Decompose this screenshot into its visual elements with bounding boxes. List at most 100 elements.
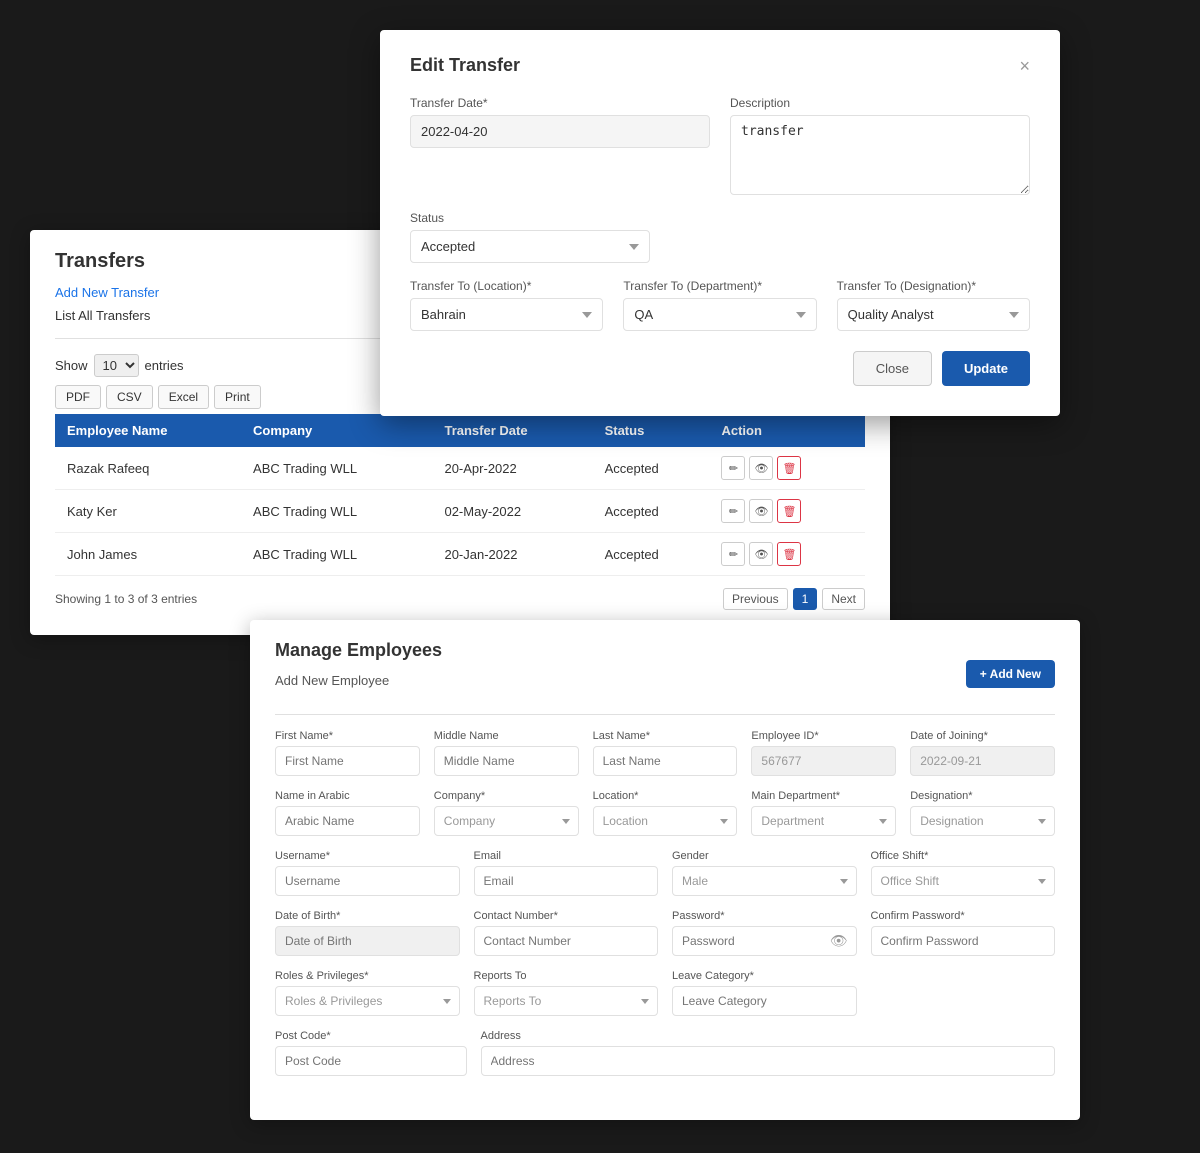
entries-select[interactable]: 10 25 50 [94,354,139,377]
last-name-group: Last Name* [593,730,738,776]
table-row: John James ABC Trading WLL 20-Jan-2022 A… [55,533,865,576]
delete-button[interactable]: 🗑 [777,499,801,523]
arabic-name-label: Name in Arabic [275,790,420,802]
date-joining-label: Date of Joining* [910,730,1055,742]
action-cell: ✏ 👁 🗑 [709,447,865,490]
col-company: Company [241,414,432,447]
col-action: Action [709,414,865,447]
office-shift-group: Office Shift* Office Shift [871,850,1056,896]
first-name-label: First Name* [275,730,420,742]
confirm-password-input[interactable] [871,926,1056,956]
edit-button[interactable]: ✏ [721,499,745,523]
update-button[interactable]: Update [942,351,1030,386]
arabic-name-group: Name in Arabic [275,790,420,836]
delete-button[interactable]: 🗑 [777,456,801,480]
password-group: Password* 👁 [672,910,857,956]
entries-label: entries [145,358,184,373]
transfer-date-input[interactable] [410,115,710,148]
transfer-desig-group: Transfer To (Designation)* Quality Analy… [837,279,1030,331]
designation-select[interactable]: Designation [910,806,1055,836]
date-joining-input[interactable] [910,746,1055,776]
designation-label: Designation* [910,790,1055,802]
gender-select[interactable]: Male Female [672,866,857,896]
password-wrapper: 👁 [672,926,857,956]
dob-label: Date of Birth* [275,910,460,922]
office-shift-select[interactable]: Office Shift [871,866,1056,896]
middle-name-group: Middle Name [434,730,579,776]
reports-to-select[interactable]: Reports To [474,986,659,1016]
address-label: Address [481,1030,1056,1042]
print-button[interactable]: Print [214,385,261,409]
view-button[interactable]: 👁 [749,542,773,566]
view-button[interactable]: 👁 [749,456,773,480]
table-row: Razak Rafeeq ABC Trading WLL 20-Apr-2022… [55,447,865,490]
transfer-date-group: Transfer Date* [410,96,710,195]
arabic-name-input[interactable] [275,806,420,836]
middle-name-label: Middle Name [434,730,579,742]
contact-input[interactable] [474,926,659,956]
company-select[interactable]: Company [434,806,579,836]
edit-button[interactable]: ✏ [721,456,745,480]
action-buttons: ✏ 👁 🗑 [721,542,853,566]
first-name-input[interactable] [275,746,420,776]
status-select[interactable]: Accepted Pending Rejected [410,230,650,263]
location-select[interactable]: Location [593,806,738,836]
transfer-dept-select[interactable]: QA [623,298,816,331]
show-entries-controls: Show 10 25 50 entries PDF CSV Excel Prin… [55,354,261,409]
confirm-password-group: Confirm Password* [871,910,1056,956]
company-cell: ABC Trading WLL [241,533,432,576]
designation-group: Designation* Designation [910,790,1055,836]
add-new-employee-label: Add New Employee [275,673,389,688]
gender-label: Gender [672,850,857,862]
description-label: Description [730,96,1030,110]
excel-button[interactable]: Excel [158,385,209,409]
next-page-button[interactable]: Next [822,588,865,610]
location-group: Location* Location [593,790,738,836]
date-joining-group: Date of Joining* [910,730,1055,776]
status-label: Status [410,211,650,225]
last-name-input[interactable] [593,746,738,776]
main-dept-label: Main Department* [751,790,896,802]
last-name-label: Last Name* [593,730,738,742]
page-1-button[interactable]: 1 [793,588,818,610]
delete-button[interactable]: 🗑 [777,542,801,566]
dob-group: Date of Birth* [275,910,460,956]
email-label: Email [474,850,659,862]
post-code-group: Post Code* [275,1030,467,1076]
transfer-location-label: Transfer To (Location)* [410,279,603,293]
first-name-group: First Name* [275,730,420,776]
main-dept-select[interactable]: Department [751,806,896,836]
prev-page-button[interactable]: Previous [723,588,788,610]
company-cell: ABC Trading WLL [241,490,432,533]
action-buttons: ✏ 👁 🗑 [721,499,853,523]
username-input[interactable] [275,866,460,896]
roles-select[interactable]: Roles & Privileges [275,986,460,1016]
employee-id-input[interactable] [751,746,896,776]
modal-header: Edit Transfer × [410,55,1030,76]
employees-panel-title: Manage Employees [275,640,1055,661]
add-new-employee-button[interactable]: + Add New [966,660,1055,688]
emp-form-row-1: First Name* Middle Name Last Name* Emplo… [275,730,1055,776]
leave-category-input[interactable] [672,986,857,1016]
roles-label: Roles & Privileges* [275,970,460,982]
transfer-desig-select[interactable]: Quality Analyst [837,298,1030,331]
email-input[interactable] [474,866,659,896]
edit-button[interactable]: ✏ [721,542,745,566]
company-label: Company* [434,790,579,802]
leave-category-group: Leave Category* [672,970,857,1016]
pdf-button[interactable]: PDF [55,385,101,409]
modal-close-x-button[interactable]: × [1019,57,1030,75]
dob-input[interactable] [275,926,460,956]
description-textarea[interactable]: transfer [730,115,1030,195]
middle-name-input[interactable] [434,746,579,776]
employee-name-cell: John James [55,533,241,576]
close-button[interactable]: Close [853,351,932,386]
address-input[interactable] [481,1046,1056,1076]
transfer-date-cell: 20-Jan-2022 [432,533,592,576]
transfer-location-select[interactable]: Bahrain [410,298,603,331]
csv-button[interactable]: CSV [106,385,153,409]
post-code-input[interactable] [275,1046,467,1076]
eye-icon[interactable]: 👁 [830,933,848,950]
view-button[interactable]: 👁 [749,499,773,523]
modal-footer: Close Update [410,351,1030,386]
